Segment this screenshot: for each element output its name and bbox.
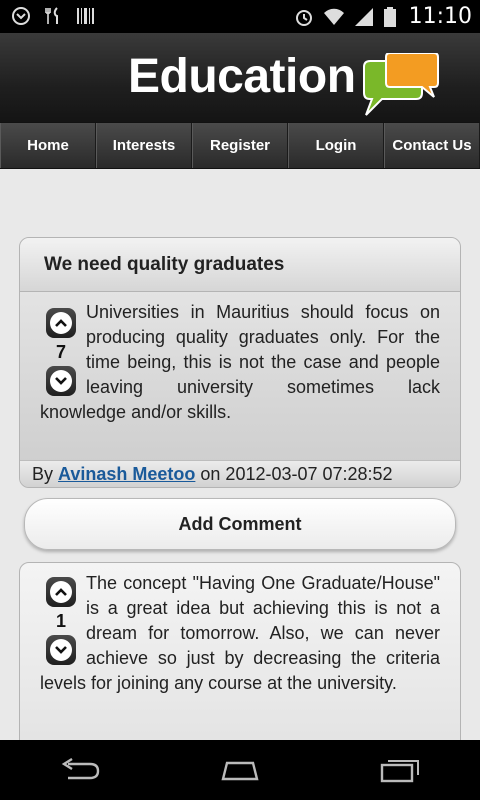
tab-register[interactable]: Register bbox=[192, 123, 288, 168]
downvote-button[interactable] bbox=[46, 366, 76, 396]
post-title: We need quality graduates bbox=[20, 238, 460, 292]
wifi-icon bbox=[323, 8, 344, 25]
comment-vote-widget: 1 bbox=[46, 577, 76, 665]
chevron-down-icon bbox=[55, 646, 67, 654]
speech-bubbles-logo bbox=[363, 53, 439, 116]
author-link[interactable]: Avinash Meetoo bbox=[58, 464, 195, 484]
comment-body-text: The concept "Having One Graduate/House" … bbox=[40, 573, 440, 693]
system-nav-bar bbox=[0, 740, 480, 800]
tab-contact-us[interactable]: Contact Us bbox=[384, 123, 480, 168]
post-body: 7 Universities in Mauritius should focus… bbox=[20, 292, 460, 462]
post-vote-widget: 7 bbox=[46, 308, 76, 396]
vote-count: 7 bbox=[55, 342, 66, 362]
app-title: Education bbox=[128, 50, 356, 103]
post-footer: By Avinash Meetoo on 2012-03-07 07:28:52 bbox=[20, 460, 460, 487]
clock: 11:10 bbox=[408, 4, 472, 29]
comment-body: 1 The concept "Having One Graduate/House… bbox=[20, 563, 460, 696]
post-card: We need quality graduates 7 Universities… bbox=[19, 237, 461, 488]
back-button[interactable] bbox=[50, 750, 110, 790]
status-bar: 11:10 bbox=[0, 0, 480, 33]
alarm-icon bbox=[295, 9, 312, 26]
chevron-up-icon bbox=[55, 588, 67, 596]
barcode-icon bbox=[77, 8, 94, 24]
recent-apps-button[interactable] bbox=[370, 750, 430, 790]
chevron-up-icon bbox=[55, 319, 67, 327]
vote-count: 1 bbox=[55, 611, 66, 631]
tab-login[interactable]: Login bbox=[288, 123, 384, 168]
comment-card: 1 The concept "Having One Graduate/House… bbox=[19, 562, 461, 762]
restaurant-icon bbox=[45, 7, 58, 24]
tab-home[interactable]: Home bbox=[0, 123, 96, 168]
upvote-button[interactable] bbox=[46, 577, 76, 607]
post-date: on 2012-03-07 07:28:52 bbox=[200, 464, 393, 484]
add-comment-button[interactable]: Add Comment bbox=[24, 498, 456, 550]
chevron-down-icon bbox=[55, 377, 67, 385]
post-body-text: Universities in Mauritius should focus o… bbox=[40, 302, 440, 422]
recent-apps-icon bbox=[380, 760, 419, 783]
home-button[interactable] bbox=[210, 750, 270, 790]
post-text: Universities in Mauritius should focus o… bbox=[40, 300, 440, 425]
battery-icon bbox=[383, 6, 396, 27]
downvote-button[interactable] bbox=[46, 635, 76, 665]
comment-text: The concept "Having One Graduate/House" … bbox=[40, 571, 440, 696]
by-label: By bbox=[32, 464, 54, 484]
app-header: Education bbox=[0, 33, 480, 122]
back-icon bbox=[61, 758, 100, 780]
tab-interests[interactable]: Interests bbox=[96, 123, 192, 168]
home-icon bbox=[221, 761, 259, 781]
signal-icon bbox=[354, 7, 373, 26]
usb-debug-icon bbox=[12, 7, 30, 25]
upvote-button[interactable] bbox=[46, 308, 76, 338]
main-nav: Home Interests Register Login Contact Us bbox=[0, 122, 480, 169]
